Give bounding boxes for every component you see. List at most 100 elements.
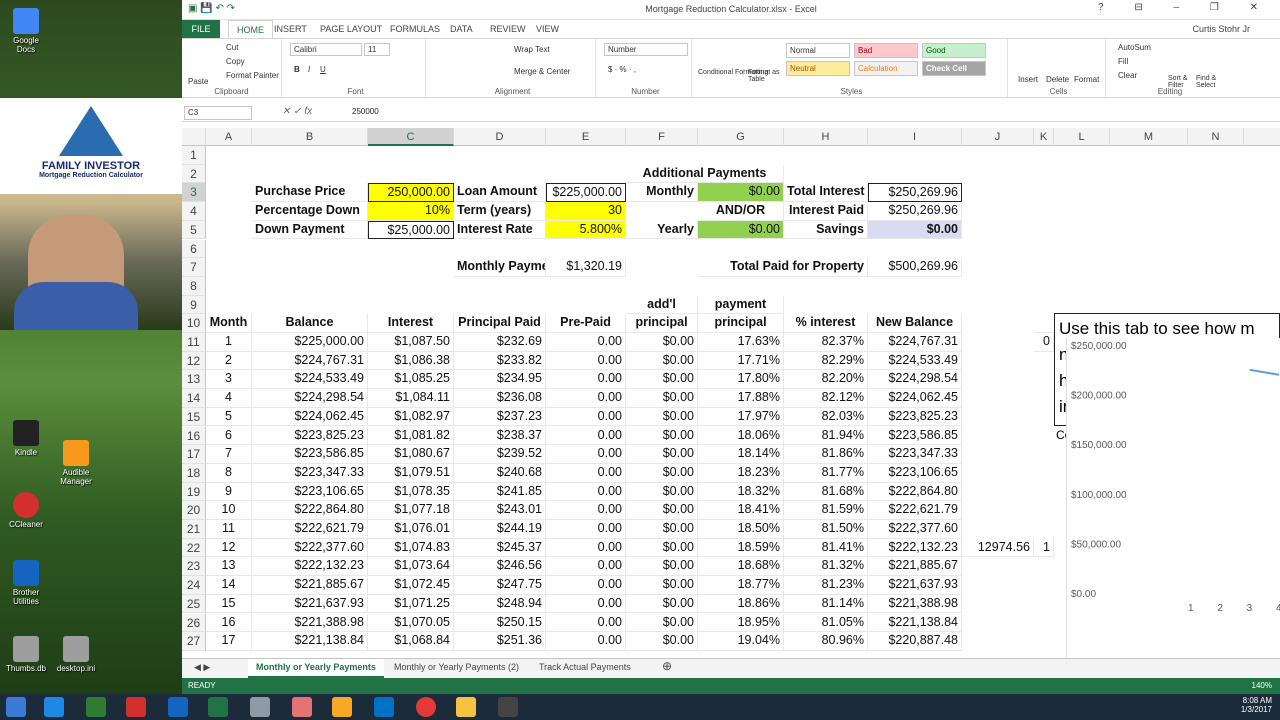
table-cell[interactable]: 0.00 (546, 333, 626, 352)
table-cell[interactable]: 18.41% (698, 501, 784, 520)
table-cell[interactable]: $221,138.84 (868, 613, 962, 633)
table-cell[interactable]: $233.82 (454, 351, 546, 371)
table-cell[interactable]: $250.15 (454, 613, 546, 633)
purchase-price-input[interactable]: 250,000.00 (368, 183, 454, 203)
row-header[interactable]: 4 (182, 202, 206, 221)
table-cell[interactable]: 81.05% (784, 613, 868, 633)
table-cell[interactable]: $1,079.51 (368, 463, 454, 483)
desktop-icon-google-docs[interactable]: Google Docs (4, 8, 48, 54)
table-cell[interactable]: $0.00 (626, 594, 698, 614)
table-cell[interactable]: $0.00 (626, 538, 698, 558)
payment-principal-header[interactable]: payment (698, 295, 784, 315)
table-cell[interactable]: $0.00 (626, 389, 698, 408)
table-cell[interactable]: $222,621.79 (252, 520, 368, 539)
table-cell[interactable]: $221,388.98 (252, 613, 368, 633)
column-header[interactable]: A (206, 128, 252, 146)
column-header[interactable]: E (546, 128, 626, 146)
paste-button[interactable]: Paste (188, 77, 208, 86)
desktop-icon-desktop-ini[interactable]: desktop.ini (54, 636, 98, 673)
addl-principal-header[interactable]: principal (626, 314, 698, 333)
table-cell[interactable]: 13 (206, 557, 252, 577)
table-cell[interactable]: 18.50% (698, 520, 784, 539)
row-header[interactable]: 6 (182, 239, 206, 259)
table-cell[interactable]: 17.80% (698, 370, 784, 390)
table-cell[interactable]: 4 (206, 389, 252, 408)
column-header[interactable]: L (1054, 128, 1110, 146)
table-cell[interactable]: 0.00 (546, 389, 626, 408)
yearly-additional-input[interactable]: $0.00 (698, 220, 784, 240)
table-cell[interactable]: 81.41% (784, 538, 868, 558)
row-header[interactable]: 8 (182, 276, 206, 296)
column-header[interactable]: I (868, 128, 962, 146)
table-cell[interactable]: $222,377.60 (252, 538, 368, 558)
pct-interest-header[interactable]: % interest (784, 314, 868, 333)
word-icon[interactable] (168, 697, 188, 717)
table-cell[interactable]: $222,132.23 (868, 538, 962, 558)
row-header[interactable]: 26 (182, 613, 206, 633)
style-normal[interactable]: Normal (786, 43, 850, 58)
column-header[interactable]: C (368, 128, 454, 146)
publisher-icon[interactable] (86, 697, 106, 717)
interest-paid-value[interactable]: $250,269.96 (868, 202, 962, 221)
table-cell[interactable]: $223,586.85 (868, 426, 962, 446)
style-bad[interactable]: Bad (854, 43, 918, 58)
tab-file[interactable]: FILE (182, 20, 220, 38)
table-cell[interactable]: 81.32% (784, 557, 868, 577)
font-name-combo[interactable]: Calibri (290, 43, 362, 56)
table-cell[interactable]: $1,081.82 (368, 426, 454, 446)
table-cell[interactable]: 0.00 (546, 557, 626, 577)
percentage-down-label[interactable]: Percentage Down (252, 202, 368, 221)
table-cell[interactable]: $221,388.98 (868, 594, 962, 614)
balance-header[interactable]: Balance (252, 314, 368, 333)
row-header[interactable]: 25 (182, 594, 206, 614)
table-cell[interactable]: 17.97% (698, 407, 784, 427)
table-cell[interactable]: 18.06% (698, 426, 784, 446)
table-cell[interactable]: $1,087.50 (368, 333, 454, 352)
style-calculation[interactable]: Calculation (854, 61, 918, 76)
folder-icon[interactable] (332, 697, 352, 717)
column-header[interactable]: B (252, 128, 368, 146)
table-cell[interactable]: $224,533.49 (868, 351, 962, 371)
table-cell[interactable]: 0.00 (546, 576, 626, 595)
table-cell[interactable]: 18.77% (698, 576, 784, 595)
table-cell[interactable]: 18.32% (698, 482, 784, 502)
table-cell[interactable]: 0.00 (546, 445, 626, 464)
table-cell[interactable]: $238.37 (454, 426, 546, 446)
column-header[interactable]: N (1188, 128, 1244, 146)
table-cell[interactable]: $222,132.23 (252, 557, 368, 577)
table-cell[interactable]: 16 (206, 613, 252, 633)
underline-button[interactable]: U (320, 65, 326, 74)
row-header[interactable]: 21 (182, 520, 206, 539)
column-header[interactable]: F (626, 128, 698, 146)
table-cell[interactable]: 0.00 (546, 407, 626, 427)
row-header[interactable]: 12 (182, 351, 206, 371)
row-header[interactable]: 10 (182, 314, 206, 333)
clear-button[interactable]: Clear (1118, 71, 1137, 80)
merge-center-button[interactable]: Merge & Center (514, 67, 570, 76)
term-label[interactable]: Term (years) (454, 202, 546, 221)
select-all-corner[interactable] (182, 128, 206, 146)
row-header[interactable]: 16 (182, 426, 206, 446)
table-cell[interactable]: $223,586.85 (252, 445, 368, 464)
table-cell[interactable]: $223,347.33 (868, 445, 962, 464)
powerpoint-icon[interactable] (126, 697, 146, 717)
table-cell[interactable]: $1,085.25 (368, 370, 454, 390)
clock[interactable]: 8:08 AM 1/3/2017 (1241, 696, 1272, 714)
table-cell[interactable]: $222,864.80 (868, 482, 962, 502)
row-header[interactable]: 19 (182, 482, 206, 502)
table-cell[interactable]: $224,767.31 (868, 333, 962, 352)
table-cell[interactable]: $0.00 (626, 501, 698, 520)
term-input[interactable]: 30 (546, 202, 626, 221)
table-cell[interactable]: $248.94 (454, 594, 546, 614)
table-cell[interactable]: $220,887.48 (868, 632, 962, 651)
table-cell[interactable]: $1,076.01 (368, 520, 454, 539)
monthly-payment-value[interactable]: $1,320.19 (546, 258, 626, 277)
table-cell[interactable]: 18.14% (698, 445, 784, 464)
yr-cell[interactable]: 1 (1034, 538, 1054, 558)
interest-header[interactable]: Interest (368, 314, 454, 333)
row-header[interactable]: 15 (182, 407, 206, 427)
font-size-combo[interactable]: 11 (364, 43, 390, 56)
savings-value[interactable]: $0.00 (868, 220, 962, 240)
table-cell[interactable]: $1,080.67 (368, 445, 454, 464)
savings-label[interactable]: Savings (784, 220, 868, 240)
